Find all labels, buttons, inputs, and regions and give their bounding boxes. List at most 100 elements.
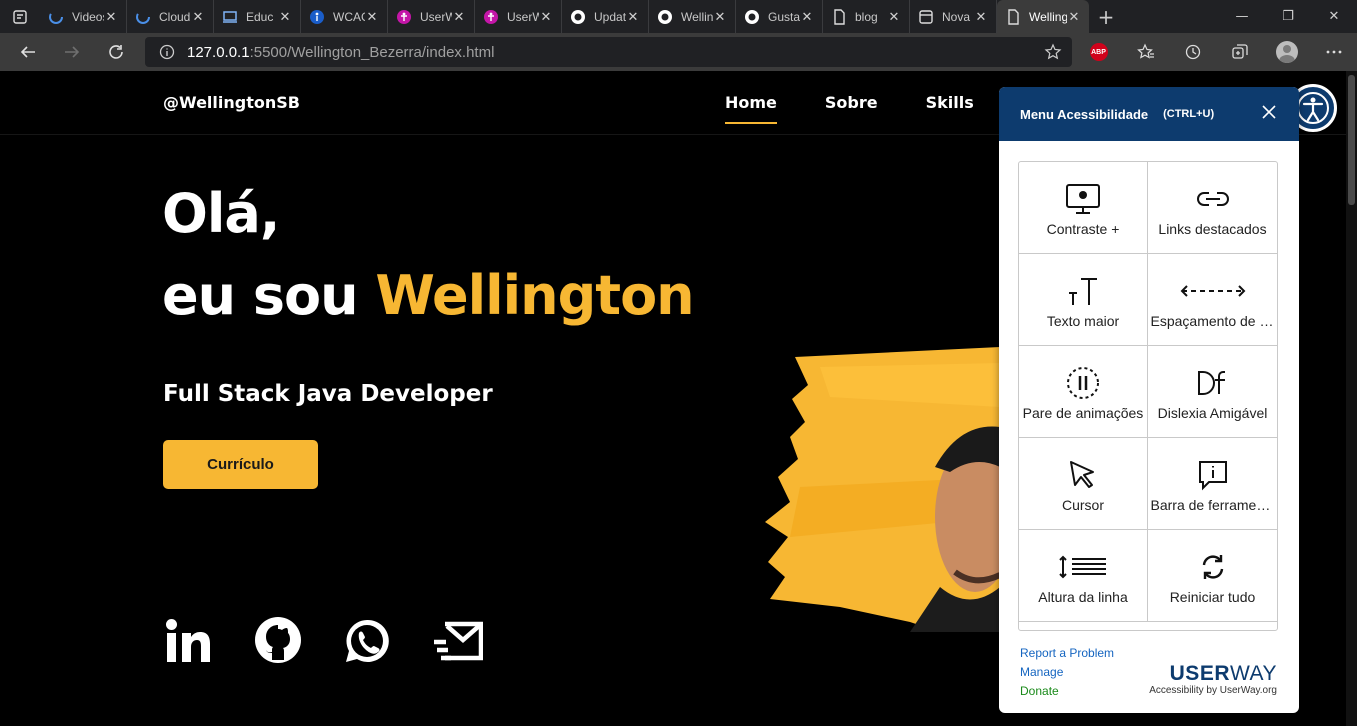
monitor-icon (1066, 184, 1100, 214)
tab-title: Gustavo (768, 9, 800, 24)
option-label: Espaçamento de texto (1150, 313, 1275, 329)
browser-toolbar: 127.0.0.1:5500/Wellington_Bezerra/index.… (0, 33, 1357, 71)
browser-tab[interactable]: Nova ✕ (910, 0, 997, 33)
history-button[interactable] (1169, 33, 1216, 71)
url-text[interactable]: 127.0.0.1:5500/Wellington_Bezerra/index.… (187, 44, 494, 61)
option-tooltips[interactable]: Barra de ferramentas (1148, 438, 1277, 530)
reload-button[interactable] (94, 33, 138, 71)
option-bigger-text[interactable]: Texto maior (1019, 254, 1148, 346)
donate-link[interactable]: Donate (1020, 682, 1114, 701)
loading-icon (48, 9, 64, 25)
userway-brand[interactable]: USERWAY Accessibility by UserWay.org (1149, 662, 1277, 696)
option-dyslexia-friendly[interactable]: Dislexia Amigável (1148, 346, 1277, 438)
profile-button[interactable] (1263, 33, 1310, 71)
option-label: Contraste + (1046, 221, 1120, 237)
browser-tab-active[interactable]: Wellington ✕ (997, 0, 1089, 33)
linkedin-link[interactable] (163, 611, 253, 671)
page-icon (1005, 8, 1021, 25)
info-icon[interactable] (159, 44, 175, 60)
option-cursor[interactable]: Cursor (1019, 438, 1148, 530)
favorites-button[interactable] (1122, 33, 1169, 71)
close-tab-icon[interactable]: ✕ (539, 9, 553, 25)
close-icon[interactable] (1261, 104, 1277, 120)
browser-tab[interactable]: blog ✕ (823, 0, 910, 33)
close-tab-icon[interactable]: ✕ (278, 9, 292, 25)
github-icon (570, 9, 586, 25)
browser-tab[interactable]: Update ✕ (562, 0, 649, 33)
close-tab-icon[interactable]: ✕ (887, 9, 901, 25)
close-tab-icon[interactable]: ✕ (713, 9, 727, 25)
option-label: Cursor (1061, 497, 1104, 513)
accessibility-menu-header: Menu Acessibilidade (CTRL+U) (999, 87, 1299, 141)
accessibility-menu-panel: Menu Acessibilidade (CTRL+U) Contraste +… (999, 87, 1299, 713)
collections-button[interactable] (1216, 33, 1263, 71)
add-favorite-icon[interactable] (1044, 43, 1062, 61)
accessibility-menu-links: Report a Problem Manage Donate (1020, 644, 1114, 701)
new-tab-button[interactable]: + (1089, 5, 1123, 29)
close-tab-icon[interactable]: ✕ (104, 9, 118, 25)
browser-tab[interactable]: Videos ✕ (40, 0, 127, 33)
minimize-icon[interactable]: — (1219, 0, 1265, 33)
close-tab-icon[interactable]: ✕ (974, 9, 988, 25)
option-label: Reiniciar tudo (1169, 589, 1256, 605)
browser-tabbar: Videos ✕ Cloud ✕ Educ ✕ WCAG ✕ UserWay ✕… (0, 0, 1357, 33)
settings-menu-button[interactable] (1310, 33, 1357, 71)
github-link[interactable] (253, 611, 343, 671)
window-icon (918, 9, 934, 25)
tab-actions-button[interactable] (0, 0, 40, 33)
nav-home[interactable]: Home (725, 93, 777, 124)
forward-button[interactable] (50, 33, 94, 71)
adblock-plus-button[interactable]: ABP (1075, 33, 1122, 71)
option-reset-all[interactable]: Reiniciar tudo (1148, 530, 1277, 622)
nav-skills[interactable]: Skills (926, 93, 974, 124)
email-link[interactable] (433, 611, 523, 671)
scrollbar-thumb[interactable] (1348, 75, 1355, 205)
close-window-icon[interactable]: ✕ (1311, 0, 1357, 33)
close-tab-icon[interactable]: ✕ (452, 9, 466, 25)
tab-actions-icon (13, 9, 27, 24)
option-highlight-links[interactable]: Links destacados (1148, 162, 1277, 254)
address-bar[interactable]: 127.0.0.1:5500/Wellington_Bezerra/index.… (145, 37, 1072, 67)
github-icon (744, 9, 760, 25)
loading-icon (135, 9, 151, 25)
option-contrast[interactable]: Contraste + (1019, 162, 1148, 254)
hero-greeting: Olá, (162, 182, 280, 245)
browser-tab[interactable]: Cloud ✕ (127, 0, 214, 33)
site-logo[interactable]: @WellingtonSB (163, 93, 300, 112)
whatsapp-icon (346, 619, 389, 662)
close-tab-icon[interactable]: ✕ (1067, 9, 1081, 25)
curriculum-button[interactable]: Currículo (163, 440, 318, 489)
option-text-spacing[interactable]: Espaçamento de texto (1148, 254, 1277, 346)
close-tab-icon[interactable]: ✕ (800, 9, 814, 25)
hero-role: Full Stack Java Developer (163, 381, 493, 407)
refresh-icon (1202, 555, 1223, 579)
close-tab-icon[interactable]: ✕ (365, 9, 379, 25)
browser-tab[interactable]: Educ ✕ (214, 0, 301, 33)
brand-light: WAY (1230, 662, 1277, 685)
line-height-icon (1059, 555, 1106, 579)
restore-icon[interactable]: ❐ (1265, 0, 1311, 33)
email-fast-icon (434, 621, 483, 661)
accessibility-options-grid: Contraste + Links destacados Texto maior… (1018, 161, 1278, 631)
github-icon (255, 617, 301, 663)
option-label: Pare de animações (1022, 405, 1144, 421)
option-line-height[interactable]: Altura da linha (1019, 530, 1148, 622)
browser-tab[interactable]: Wellington ✕ (649, 0, 736, 33)
whatsapp-link[interactable] (343, 611, 433, 671)
close-tab-icon[interactable]: ✕ (626, 9, 640, 25)
history-icon (1185, 44, 1200, 60)
browser-tab[interactable]: Gustavo ✕ (736, 0, 823, 33)
back-button[interactable] (6, 33, 50, 71)
option-pause-animations[interactable]: Pare de animações (1019, 346, 1148, 438)
manage-link[interactable]: Manage (1020, 663, 1114, 682)
link-icon (1196, 192, 1229, 206)
brand-bold: USER (1169, 662, 1230, 685)
browser-tab[interactable]: WCAG ✕ (301, 0, 388, 33)
dyslexia-icon (1197, 371, 1225, 395)
browser-tab[interactable]: UserWay ✕ (475, 0, 562, 33)
browser-tab[interactable]: UserWay ✕ (388, 0, 475, 33)
report-problem-link[interactable]: Report a Problem (1020, 644, 1114, 663)
accessibility-menu-shortcut: (CTRL+U) (1163, 108, 1215, 120)
close-tab-icon[interactable]: ✕ (191, 9, 205, 25)
nav-sobre[interactable]: Sobre (825, 93, 878, 124)
